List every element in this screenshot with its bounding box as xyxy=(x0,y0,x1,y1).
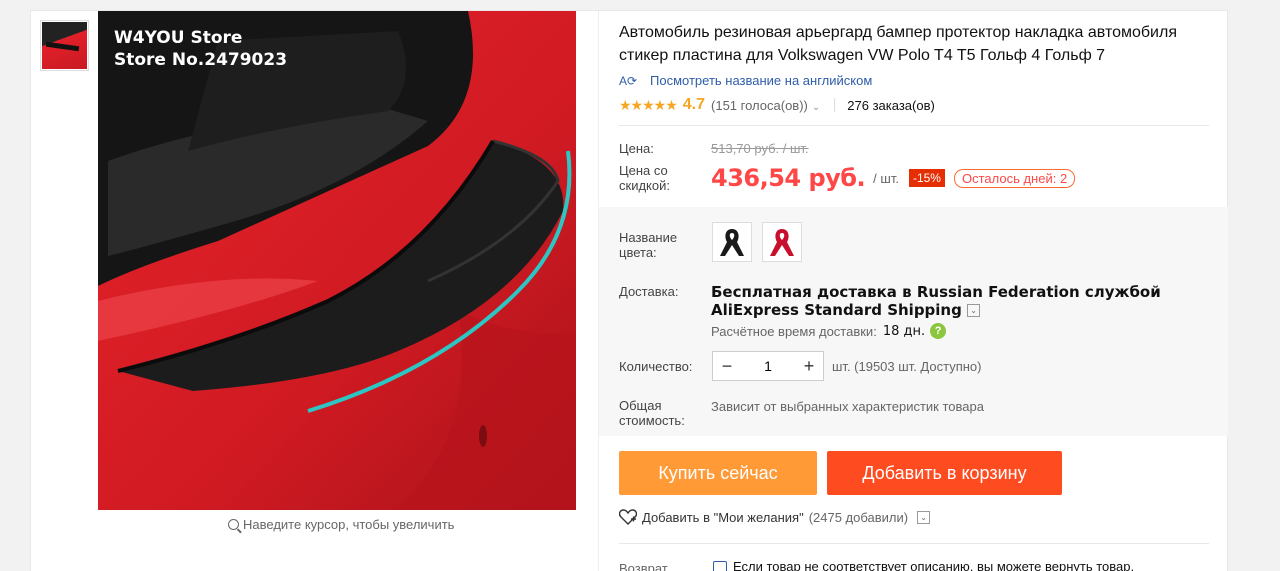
shipping-text: Бесплатная доставка в Russian Federation… xyxy=(711,283,1161,319)
color-label: Название цвета: xyxy=(619,230,677,260)
chevron-down-icon: ⌄ xyxy=(811,101,821,113)
original-price: 513,70 руб. / шт. xyxy=(711,141,809,156)
color-swatch-black[interactable] xyxy=(712,222,752,262)
rating-row: ★★★★★ 4.7 (151 голоса(ов)) ⌄ 276 заказа(о… xyxy=(619,96,935,114)
discount-price-label: Цена со скидкой: xyxy=(619,163,670,193)
decrease-button[interactable]: − xyxy=(713,356,741,377)
wishlist-row[interactable]: Добавить в "Мои желания" (2475 добавили)… xyxy=(619,509,931,525)
votes-count[interactable]: (151 голоса(ов)) xyxy=(711,98,808,113)
increase-button[interactable]: + xyxy=(795,356,823,377)
current-price: 436,54 руб. xyxy=(711,164,866,192)
translate-link[interactable]: A⟳ Посмотреть название на английском xyxy=(619,73,872,88)
price-label: Цена: xyxy=(619,141,654,156)
eta-value: 18 дн. xyxy=(882,323,926,339)
return-text: Если товар не соответствует описанию, вы… xyxy=(733,559,1135,571)
return-policy: Если товар не соответствует описанию, вы… xyxy=(713,559,1134,571)
return-label: Возврат xyxy=(619,561,668,571)
translate-icon: A⟳ xyxy=(619,73,638,88)
total-label: Общая стоимость: xyxy=(619,398,685,428)
discount-badge: -15% xyxy=(908,169,945,187)
zoom-hint-text: Наведите курсор, чтобы увеличить xyxy=(243,517,455,532)
available-quantity: шт. (19503 шт. Доступно) xyxy=(832,359,982,374)
divider xyxy=(619,125,1209,126)
price-unit: / шт. xyxy=(873,170,899,186)
help-icon[interactable]: ? xyxy=(930,323,947,339)
total-label-line1: Общая xyxy=(619,398,662,413)
shipping-info: Бесплатная доставка в Russian Federation… xyxy=(711,283,1201,319)
return-icon xyxy=(713,561,727,571)
thumbnail-image[interactable] xyxy=(40,20,89,71)
store-watermark: W4YOU Store Store No.2479023 xyxy=(114,27,287,71)
quantity-label: Количество: xyxy=(619,359,693,374)
chevron-down-icon[interactable]: ⌄ xyxy=(967,304,981,317)
heart-plus-icon xyxy=(619,509,637,525)
store-number: Store No.2479023 xyxy=(114,50,288,70)
quantity-stepper: − 1 + xyxy=(712,351,824,381)
store-name: W4YOU Store xyxy=(114,28,243,48)
rating-value: 4.7 xyxy=(682,96,706,113)
quantity-input[interactable]: 1 xyxy=(741,358,795,374)
votes-dropdown[interactable]: (151 голоса(ов)) ⌄ xyxy=(711,98,820,113)
chevron-down-icon[interactable]: ⌄ xyxy=(917,510,931,524)
translate-link-text[interactable]: Посмотреть название на английском xyxy=(650,73,872,88)
magnifier-icon xyxy=(228,519,239,530)
product-title: Автомобиль резиновая арьергард бампер пр… xyxy=(619,24,1177,64)
star-rating-icon: ★★★★★ xyxy=(619,96,678,113)
delivery-eta: Расчётное время доставки: 18 дн. ? xyxy=(711,323,947,339)
add-to-cart-button[interactable]: Добавить в корзину xyxy=(827,451,1062,495)
color-label-line2: цвета: xyxy=(619,245,657,260)
eta-label: Расчётное время доставки: xyxy=(711,323,877,339)
days-left-badge: Осталось дней: 2 xyxy=(953,168,1076,188)
wishlist-link[interactable]: Добавить в "Мои желания" xyxy=(642,510,804,525)
separator xyxy=(834,98,836,112)
wishlist-count: (2475 добавили) xyxy=(808,509,909,525)
divider xyxy=(619,543,1209,544)
zoom-hint: Наведите курсор, чтобы увеличить xyxy=(228,517,454,532)
buy-now-button[interactable]: Купить сейчас xyxy=(619,451,817,495)
orders-count: 276 заказа(ов) xyxy=(847,97,935,113)
total-text: Зависит от выбранных характеристик товар… xyxy=(711,399,984,414)
main-product-image[interactable]: W4YOU Store Store No.2479023 xyxy=(98,11,576,510)
total-label-line2: стоимость: xyxy=(619,413,685,428)
color-swatch-red[interactable] xyxy=(762,222,802,262)
shipping-label: Доставка: xyxy=(619,284,679,299)
discount-price-label-line1: Цена со xyxy=(619,163,668,178)
color-label-line1: Название xyxy=(619,230,678,245)
price-row: 436,54 руб. / шт. -15% Осталось дней: 2 xyxy=(711,164,1076,192)
discount-price-label-line2: скидкой: xyxy=(619,178,670,193)
